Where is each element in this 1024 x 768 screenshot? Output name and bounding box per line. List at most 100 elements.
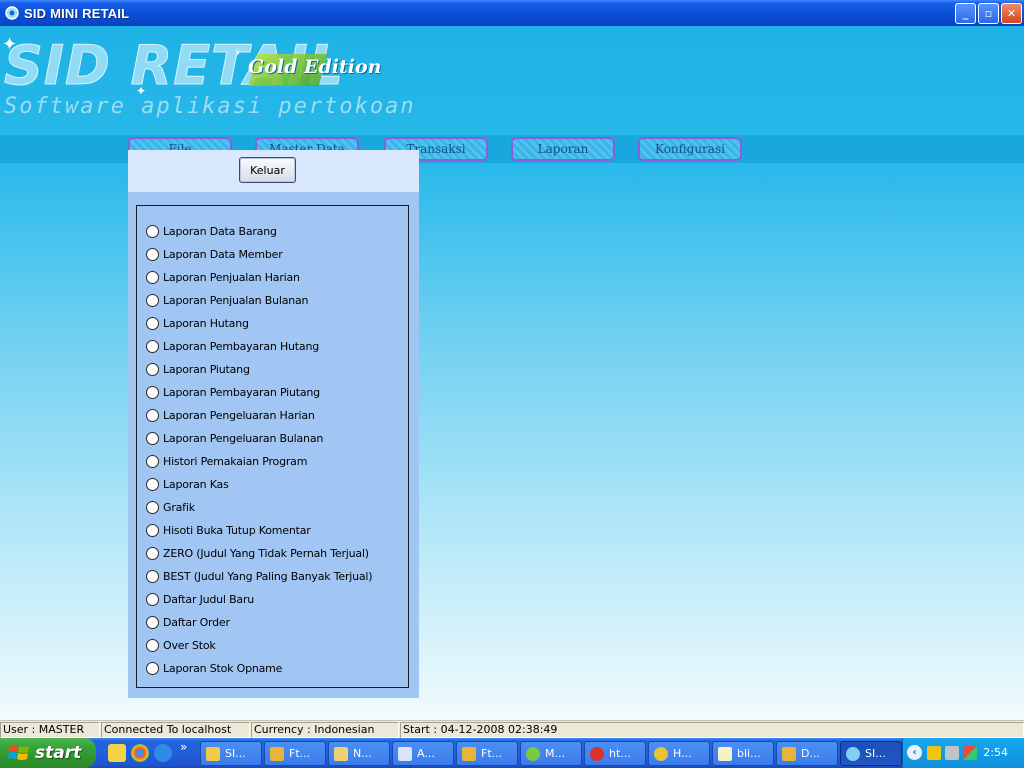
report-option[interactable]: Laporan Hutang (146, 315, 249, 331)
title-bar: SID MINI RETAIL _ ▫ ✕ (0, 0, 1024, 26)
radio-button[interactable] (146, 569, 159, 583)
taskbar-button-label: D... (801, 747, 820, 760)
taskbar-button[interactable]: bli... (712, 741, 774, 766)
report-option[interactable]: Laporan Pembayaran Hutang (146, 338, 319, 354)
report-option-label: Daftar Order (163, 615, 230, 629)
report-option[interactable]: Laporan Pengeluaran Bulanan (146, 430, 323, 446)
radio-button[interactable] (146, 431, 159, 445)
radio-button[interactable] (146, 454, 159, 468)
start-label: start (35, 743, 82, 763)
taskbar-button[interactable]: Ft... (264, 741, 326, 766)
tray-expand-icon[interactable]: ‹ (907, 745, 922, 760)
maximize-button[interactable]: ▫ (978, 3, 999, 24)
taskbar-button-label: ht... (609, 747, 631, 760)
report-option[interactable]: Laporan Piutang (146, 361, 250, 377)
taskbar: start » SI... Ft... N... A... Ft... M...… (0, 738, 1024, 768)
radio-button[interactable] (146, 592, 159, 606)
radio-button[interactable] (146, 500, 159, 514)
taskbar-button[interactable]: M... (520, 741, 582, 766)
status-bar: User : MASTER Connected To localhost Cur… (0, 720, 1024, 738)
taskbar-button[interactable]: SI... (200, 741, 262, 766)
menu-konfigurasi[interactable]: Konfigurasi (638, 137, 742, 161)
window-title: SID MINI RETAIL (24, 5, 130, 21)
ftp-icon (462, 746, 476, 761)
radio-button[interactable] (146, 270, 159, 284)
report-option-label: Laporan Penjualan Bulanan (163, 293, 309, 307)
report-option[interactable]: Daftar Order (146, 614, 230, 630)
quicklaunch-ie-icon[interactable] (154, 744, 172, 762)
report-option[interactable]: Laporan Pengeluaran Harian (146, 407, 315, 423)
report-option[interactable]: Laporan Data Member (146, 246, 283, 262)
status-connection: Connected To localhost (101, 722, 250, 738)
quicklaunch-more-icon[interactable]: » (180, 740, 187, 754)
report-option-label: Laporan Stok Opname (163, 661, 283, 675)
report-option[interactable]: Laporan Kas (146, 476, 229, 492)
report-option-label: Laporan Pembayaran Piutang (163, 385, 320, 399)
logo-tagline: Software aplikasi pertokoan (4, 94, 416, 119)
chrome-icon (654, 746, 668, 761)
radio-button[interactable] (146, 362, 159, 376)
taskbar-button-label: Ft... (289, 747, 311, 760)
report-option-label: ZERO (Judul Yang Tidak Pernah Terjual) (163, 546, 369, 560)
hs-icon (334, 746, 348, 761)
report-option[interactable]: Laporan Stok Opname (146, 660, 282, 676)
taskbar-button[interactable]: D... (776, 741, 838, 766)
report-option[interactable]: Grafik (146, 499, 195, 515)
radio-button[interactable] (146, 661, 159, 675)
taskbar-button-label: Ft... (481, 747, 503, 760)
report-option[interactable]: Hisoti Buka Tutup Komentar (146, 522, 311, 538)
tray-network-icon[interactable] (945, 746, 959, 760)
radio-button[interactable] (146, 408, 159, 422)
minimize-button[interactable]: _ (955, 3, 976, 24)
report-option[interactable]: Laporan Data Barang (146, 223, 277, 239)
tray-traffic-light-icon[interactable] (927, 746, 941, 760)
report-option[interactable]: Laporan Penjualan Harian (146, 269, 300, 285)
report-options-list: Laporan Data Barang Laporan Data Member … (136, 205, 409, 688)
radio-button[interactable] (146, 316, 159, 330)
taskbar-button[interactable]: Ft... (456, 741, 518, 766)
notepad-icon (718, 746, 732, 761)
ftp-icon (782, 746, 796, 761)
taskbar-button[interactable]: N... (328, 741, 390, 766)
app-icon (398, 746, 412, 761)
radio-button[interactable] (146, 638, 159, 652)
report-option-label: Grafik (163, 500, 195, 514)
taskbar-button[interactable]: H... (648, 741, 710, 766)
close-button[interactable]: ✕ (1001, 3, 1022, 24)
report-option-label: Laporan Data Member (163, 247, 283, 261)
radio-button[interactable] (146, 247, 159, 261)
keluar-button[interactable]: Keluar (239, 157, 296, 183)
radio-button[interactable] (146, 523, 159, 537)
radio-button[interactable] (146, 224, 159, 238)
report-option[interactable]: Laporan Pembayaran Piutang (146, 384, 320, 400)
menu-laporan[interactable]: Laporan (511, 137, 615, 161)
start-button[interactable]: start (0, 738, 96, 768)
messenger-icon (526, 746, 540, 761)
taskbar-button-label: bli... (737, 747, 761, 760)
radio-button[interactable] (146, 339, 159, 353)
quicklaunch-desktop-icon[interactable] (108, 744, 126, 762)
radio-button[interactable] (146, 385, 159, 399)
radio-button[interactable] (146, 546, 159, 560)
radio-button[interactable] (146, 477, 159, 491)
banner: ✦ ✦ ✦ SID RETAIL Gold Edition Software a… (0, 26, 1024, 134)
taskbar-button[interactable]: A... (392, 741, 454, 766)
tray-app-icon[interactable] (963, 746, 977, 760)
report-option-label: Laporan Pengeluaran Harian (163, 408, 315, 422)
taskbar-button[interactable]: ht... (584, 741, 646, 766)
report-option-label: Laporan Penjualan Harian (163, 270, 300, 284)
report-option-label: Daftar Judul Baru (163, 592, 255, 606)
radio-button[interactable] (146, 615, 159, 629)
radio-button[interactable] (146, 293, 159, 307)
quicklaunch-chrome-icon[interactable] (131, 744, 149, 762)
report-option[interactable]: Daftar Judul Baru (146, 591, 254, 607)
report-option-label: Laporan Pengeluaran Bulanan (163, 431, 324, 445)
report-option[interactable]: ZERO (Judul Yang Tidak Pernah Terjual) (146, 545, 369, 561)
report-option[interactable]: Histori Pemakaian Program (146, 453, 307, 469)
report-option[interactable]: Over Stok (146, 637, 216, 653)
report-option-label: Hisoti Buka Tutup Komentar (163, 523, 311, 537)
report-option[interactable]: BEST (Judul Yang Paling Banyak Terjual) (146, 568, 373, 584)
taskbar-button-active[interactable]: SI... (840, 741, 902, 766)
report-option[interactable]: Laporan Penjualan Bulanan (146, 292, 309, 308)
report-option-label: BEST (Judul Yang Paling Banyak Terjual) (163, 569, 373, 583)
